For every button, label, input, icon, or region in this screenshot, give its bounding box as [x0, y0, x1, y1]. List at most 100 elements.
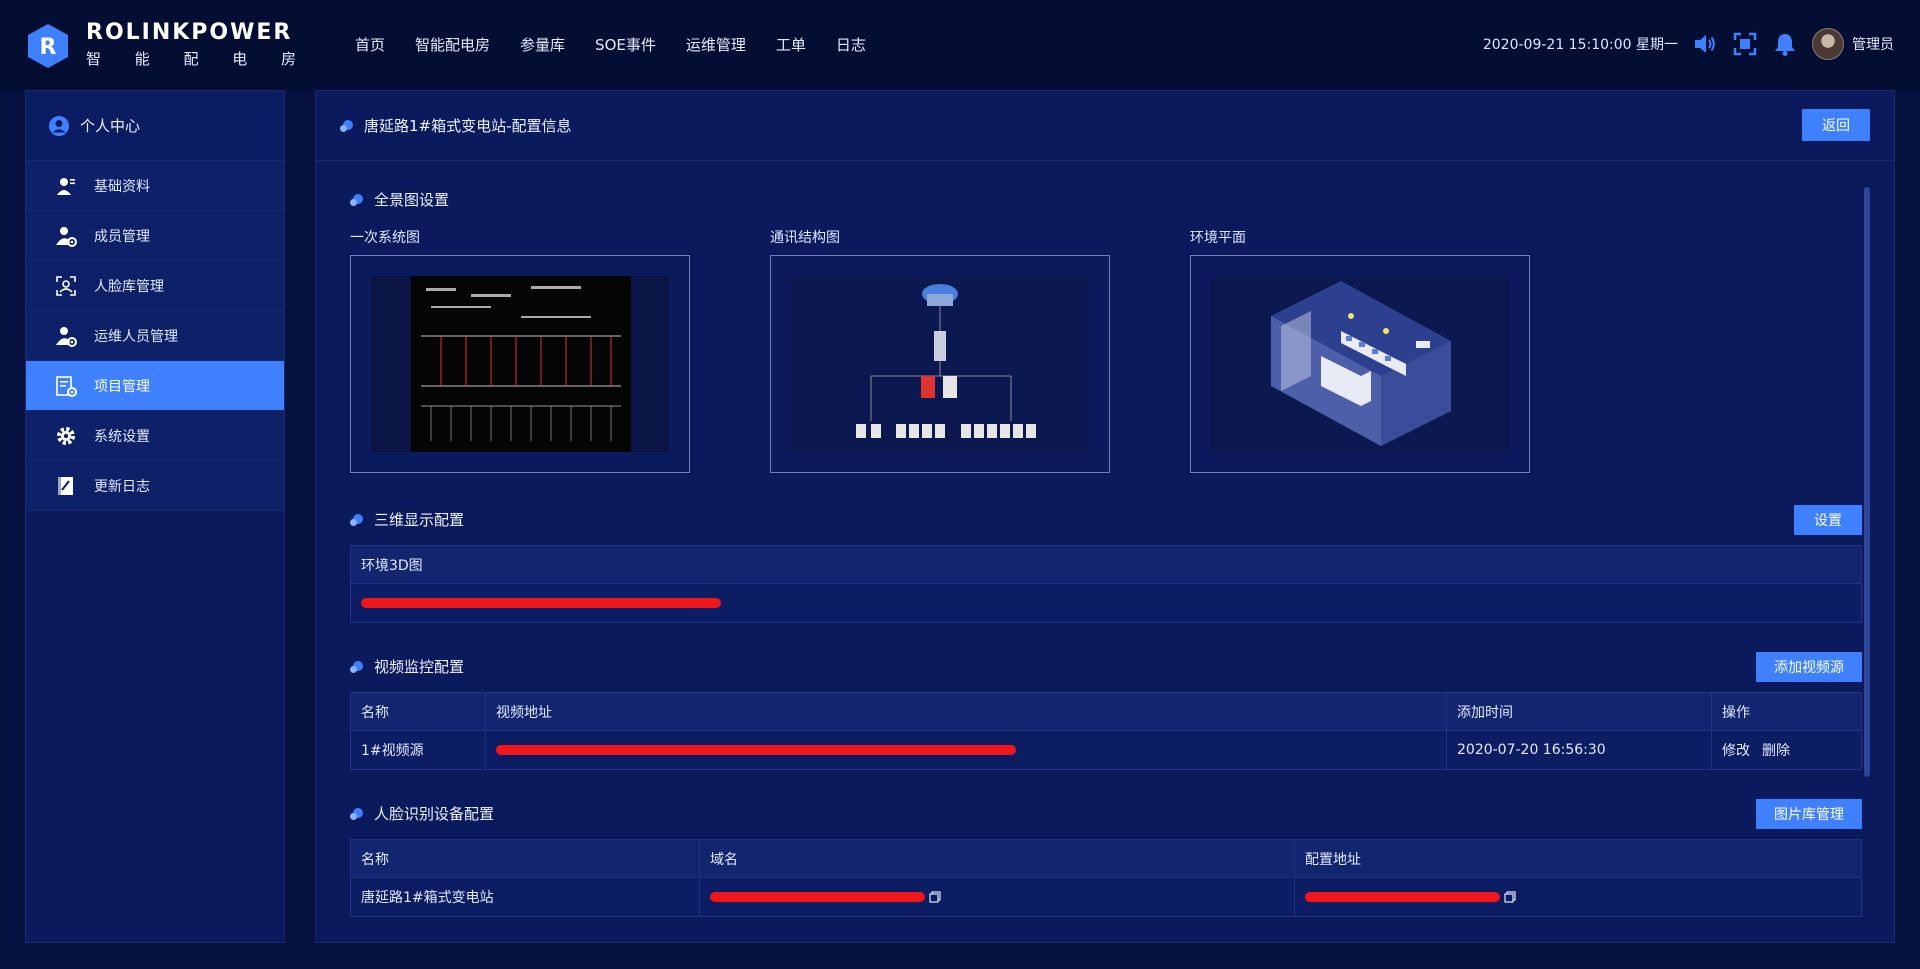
sidebar: 个人中心 基础资料 成员管理 人脸库管理 运维人员管理 项目管理 系统设置 更新… [25, 90, 285, 943]
section-dot-icon [350, 807, 364, 821]
maintainer-icon [54, 324, 78, 348]
video-url-cell [486, 731, 1447, 769]
sidebar-item-label: 系统设置 [94, 428, 150, 445]
section-title-label: 人脸识别设备配置 [374, 805, 495, 823]
face-scan-icon [54, 274, 78, 298]
panorama-section-title: 全景图设置 [350, 189, 449, 210]
brand-title: ROLINKPOWER [86, 20, 293, 45]
table-header-row: 环境3D图 [351, 546, 1861, 584]
section-title-label: 全景图设置 [374, 191, 450, 209]
logo-icon: R [28, 24, 68, 68]
add-video-source-button[interactable]: 添加视频源 [1756, 652, 1862, 682]
bell-icon[interactable] [1772, 31, 1798, 57]
face-domain-cell [700, 878, 1295, 916]
sidebar-header-label: 个人中心 [80, 117, 141, 135]
sidebar-item-basic-info[interactable]: 基础资料 [26, 161, 284, 211]
brand-subtitle-char: 电 [232, 50, 248, 68]
face-table: 名称 域名 配置地址 唐延路1#箱式变电站 [350, 839, 1862, 917]
video-table: 名称 视频地址 添加时间 操作 1#视频源 2020-07-20 16:56:3… [350, 692, 1862, 770]
brand-subtitle-char: 能 [134, 50, 150, 68]
redacted-value [361, 598, 721, 608]
video-actions-cell: 修改 删除 [1712, 731, 1861, 769]
nav-home[interactable]: 首页 [355, 34, 385, 55]
scrollbar-thumb[interactable] [1864, 187, 1870, 777]
section-dot-icon [340, 119, 354, 133]
sidebar-item-label: 基础资料 [94, 178, 150, 195]
sidebar-item-maintainers[interactable]: 运维人员管理 [26, 311, 284, 361]
three-d-section-title: 三维显示配置 [350, 509, 464, 530]
main-panel: 唐延路1#箱式变电站-配置信息 返回 全景图设置 一次系统图 通讯结构图 环境平… [315, 90, 1895, 943]
video-name-cell: 1#视频源 [351, 731, 486, 769]
section-title-label: 视频监控配置 [374, 658, 465, 676]
redacted-value [496, 745, 1016, 755]
gear-icon [54, 424, 78, 448]
environment-3d-url-cell[interactable] [351, 584, 1861, 622]
fullscreen-icon[interactable] [1732, 31, 1758, 57]
nav-work-orders[interactable]: 工单 [776, 34, 806, 55]
sidebar-item-label: 项目管理 [94, 378, 150, 395]
username[interactable]: 管理员 [1852, 34, 1894, 54]
brand-subtitle: 智 能 配 电 房 [86, 48, 296, 69]
brand-subtitle-char: 配 [183, 50, 199, 68]
sidebar-item-members[interactable]: 成员管理 [26, 211, 284, 261]
sidebar-item-changelog[interactable]: 更新日志 [26, 461, 284, 511]
page-header: 唐延路1#箱式变电站-配置信息 [316, 91, 1894, 161]
environment-room-thumbnail [1211, 276, 1509, 452]
nav-parameters[interactable]: 参量库 [520, 34, 565, 55]
single-line-diagram-thumbnail [371, 276, 669, 452]
table-row: 1#视频源 2020-07-20 16:56:30 修改 删除 [351, 731, 1861, 769]
column-header-name: 名称 [351, 840, 700, 877]
image-comm-diagram[interactable] [770, 255, 1110, 473]
datetime: 2020-09-21 15:10:00 星期一 [1482, 37, 1678, 53]
copy-icon[interactable] [1504, 891, 1516, 903]
column-header-name: 名称 [351, 693, 486, 730]
sidebar-item-label: 人脸库管理 [94, 278, 164, 295]
image-environment-plan[interactable] [1190, 255, 1530, 473]
main-nav: 首页 智能配电房 参量库 SOE事件 运维管理 工单 日志 [355, 34, 896, 55]
sidebar-header: 个人中心 [26, 91, 284, 161]
profile-icon [54, 174, 78, 198]
nav-operations[interactable]: 运维管理 [686, 34, 746, 55]
sidebar-item-face-library[interactable]: 人脸库管理 [26, 261, 284, 311]
project-icon [54, 374, 78, 398]
nav-soe-events[interactable]: SOE事件 [595, 34, 656, 55]
back-button[interactable]: 返回 [1802, 109, 1870, 141]
page-title: 唐延路1#箱式变电站-配置信息 [364, 117, 572, 135]
image-label-environment: 环境平面 [1190, 230, 1246, 246]
brand-subtitle-char: 智 [86, 50, 102, 68]
three-d-settings-button[interactable]: 设置 [1794, 505, 1862, 535]
sidebar-item-label: 更新日志 [94, 478, 150, 495]
column-header-url: 视频地址 [486, 693, 1447, 730]
vertical-scrollbar[interactable] [1864, 187, 1870, 777]
section-title-label: 三维显示配置 [374, 511, 465, 529]
nav-logs[interactable]: 日志 [836, 34, 866, 55]
nav-smart-room[interactable]: 智能配电房 [415, 34, 490, 55]
video-section-title: 视频监控配置 [350, 656, 464, 677]
section-dot-icon [350, 513, 364, 527]
column-header-actions: 操作 [1722, 704, 1750, 721]
user-circle-icon [49, 115, 69, 136]
column-header-domain: 域名 [700, 840, 1295, 877]
table-header-cell: 环境3D图 [361, 557, 423, 574]
delete-link[interactable]: 删除 [1762, 740, 1790, 760]
top-header: R ROLINKPOWER 智 能 配 电 房 首页 智能配电房 参量库 SOE… [0, 0, 1920, 90]
column-header-time: 添加时间 [1447, 693, 1712, 730]
svg-text:R: R [40, 35, 57, 60]
image-primary-diagram[interactable] [350, 255, 690, 473]
table-row: 唐延路1#箱式变电站 [351, 878, 1861, 916]
sidebar-item-projects[interactable]: 项目管理 [26, 361, 284, 411]
notebook-icon [54, 474, 78, 498]
image-library-button[interactable]: 图片库管理 [1756, 799, 1862, 829]
copy-icon[interactable] [929, 891, 941, 903]
sidebar-item-system-settings[interactable]: 系统设置 [26, 411, 284, 461]
redacted-value [710, 892, 925, 902]
speaker-icon[interactable] [1692, 31, 1718, 57]
avatar[interactable] [1812, 28, 1844, 60]
table-header-row: 名称 域名 配置地址 [351, 840, 1861, 878]
section-dot-icon [350, 193, 364, 207]
edit-link[interactable]: 修改 [1722, 740, 1750, 760]
three-d-table: 环境3D图 [350, 545, 1862, 623]
comm-structure-thumbnail [791, 276, 1089, 452]
sidebar-item-label: 成员管理 [94, 228, 150, 245]
user-gear-icon [54, 224, 78, 248]
